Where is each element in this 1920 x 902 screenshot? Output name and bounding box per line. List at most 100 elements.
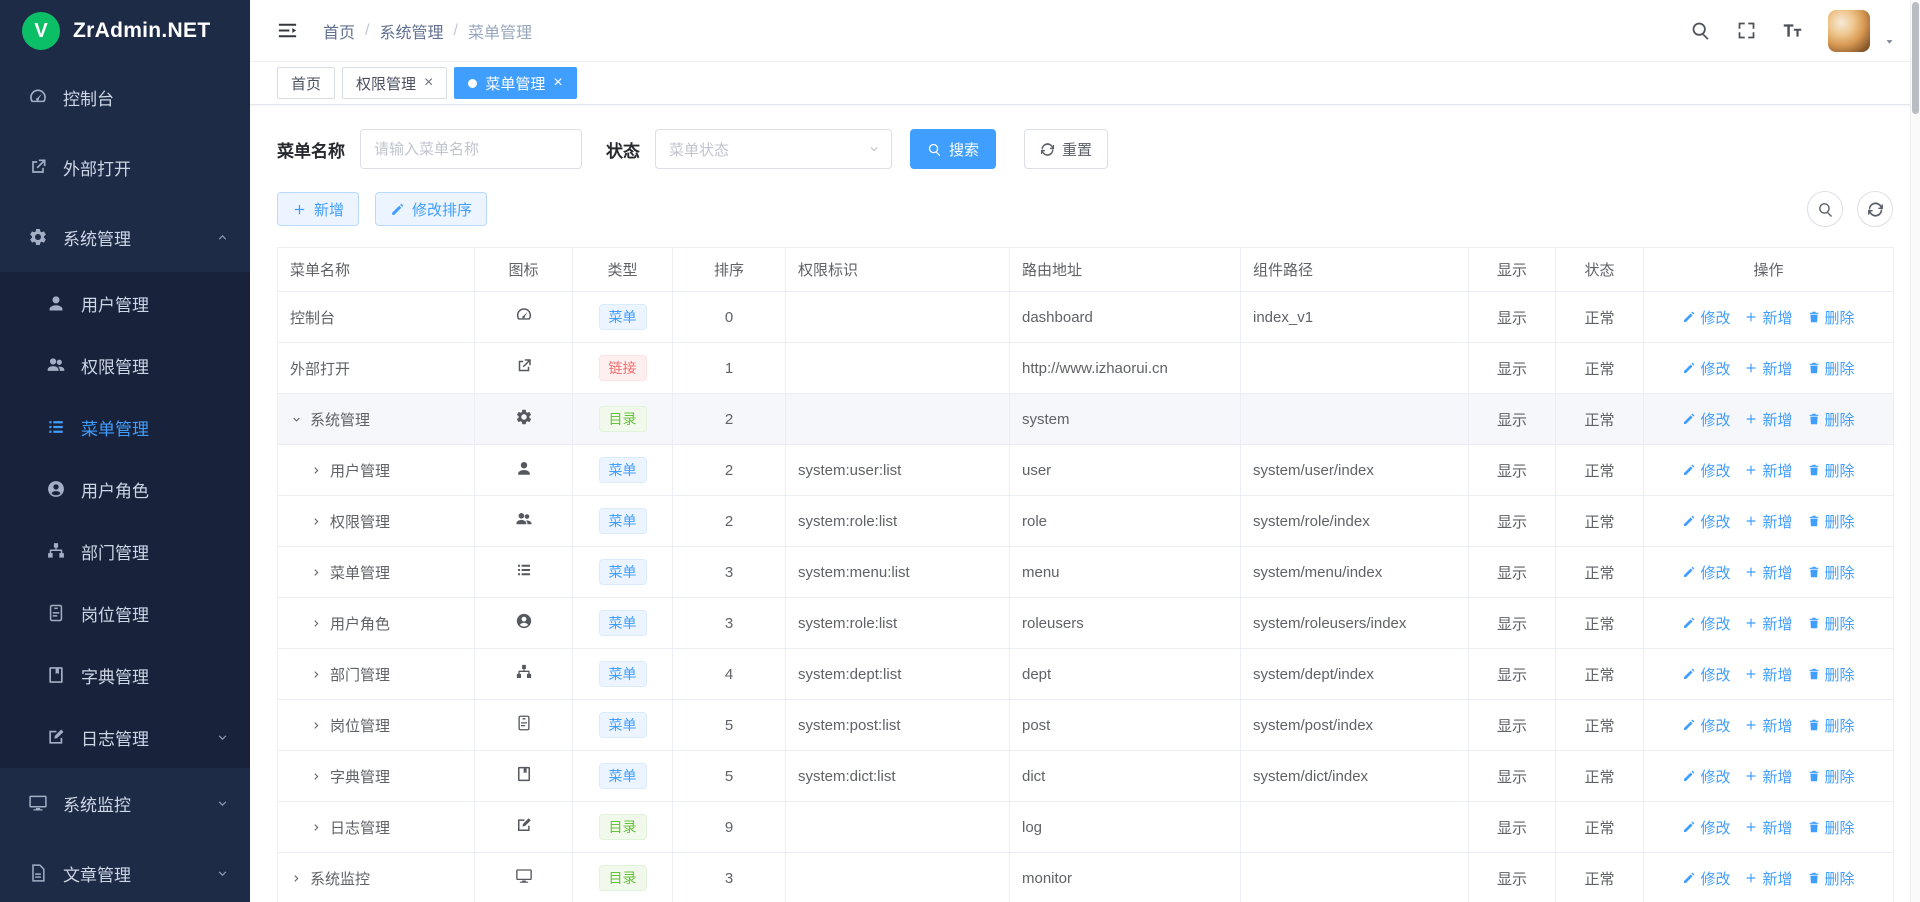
expand-arrow[interactable] xyxy=(310,668,323,681)
sidebar-item-dept[interactable]: 部门管理 xyxy=(0,520,250,582)
table-refresh-button[interactable] xyxy=(1857,191,1893,227)
add-row-button[interactable]: 新增 xyxy=(1744,664,1792,685)
sidebar-item-menu[interactable]: 菜单管理 xyxy=(0,396,250,458)
expand-arrow[interactable] xyxy=(310,719,323,732)
order-cell: 3 xyxy=(673,547,786,598)
fullscreen-icon[interactable] xyxy=(1736,20,1757,41)
delete-button[interactable]: 删除 xyxy=(1807,613,1855,634)
add-row-button[interactable]: 新增 xyxy=(1744,511,1792,532)
sidebar-item-system[interactable]: 系统管理 xyxy=(0,202,250,272)
expand-arrow[interactable] xyxy=(290,413,303,426)
add-row-button[interactable]: 新增 xyxy=(1744,460,1792,481)
sidebar-item-roleusers[interactable]: 用户角色 xyxy=(0,458,250,520)
expand-arrow[interactable] xyxy=(310,566,323,579)
table-row: 岗位管理菜单5system:post:listpostsystem/post/i… xyxy=(278,700,1894,751)
sidebar-item-dict[interactable]: 字典管理 xyxy=(0,644,250,706)
add-button[interactable]: 新增 xyxy=(277,192,359,226)
sidebar-item-monitor[interactable]: 系统监控 xyxy=(0,768,250,838)
edit-button[interactable]: 修改 xyxy=(1682,664,1730,685)
sidebar-item-log[interactable]: 日志管理 xyxy=(0,706,250,768)
delete-icon xyxy=(1807,310,1821,324)
plus-icon xyxy=(1744,310,1758,324)
delete-button[interactable]: 删除 xyxy=(1807,307,1855,328)
expand-arrow[interactable] xyxy=(310,821,323,834)
caret-down-icon[interactable] xyxy=(1883,35,1896,48)
expand-arrow[interactable] xyxy=(310,515,323,528)
tab-label: 权限管理 xyxy=(356,73,416,94)
user-avatar[interactable] xyxy=(1828,10,1870,52)
plus-icon xyxy=(1744,718,1758,732)
menu-fold-icon[interactable] xyxy=(276,19,299,42)
font-size-icon[interactable] xyxy=(1782,20,1803,41)
delete-button[interactable]: 删除 xyxy=(1807,817,1855,838)
sidebar-item-user[interactable]: 用户管理 xyxy=(0,272,250,334)
close-icon[interactable]: × xyxy=(553,75,562,91)
edit-button[interactable]: 修改 xyxy=(1682,715,1730,736)
tab-menu[interactable]: 菜单管理× xyxy=(454,67,576,99)
edit-button[interactable]: 修改 xyxy=(1682,766,1730,787)
expand-arrow[interactable] xyxy=(310,464,323,477)
add-row-button[interactable]: 新增 xyxy=(1744,307,1792,328)
edit-button[interactable]: 修改 xyxy=(1682,613,1730,634)
delete-button[interactable]: 删除 xyxy=(1807,409,1855,430)
add-row-button[interactable]: 新增 xyxy=(1744,715,1792,736)
dept-tree-icon xyxy=(515,663,533,681)
menu-name-input[interactable] xyxy=(360,129,582,169)
edit-button[interactable]: 修改 xyxy=(1682,409,1730,430)
sidebar-item-label: 菜单管理 xyxy=(81,415,230,440)
table-search-button[interactable] xyxy=(1807,191,1843,227)
delete-button[interactable]: 删除 xyxy=(1807,868,1855,889)
gear-icon xyxy=(515,408,533,426)
expand-arrow[interactable] xyxy=(310,770,323,783)
scrollbar-thumb[interactable] xyxy=(1912,2,1919,114)
sidebar-item-external[interactable]: 外部打开 xyxy=(0,132,250,202)
delete-button[interactable]: 删除 xyxy=(1807,562,1855,583)
edit-button[interactable]: 修改 xyxy=(1682,511,1730,532)
reset-button[interactable]: 重置 xyxy=(1024,129,1108,169)
tab-home[interactable]: 首页 xyxy=(277,67,335,99)
add-row-button[interactable]: 新增 xyxy=(1744,766,1792,787)
delete-button[interactable]: 删除 xyxy=(1807,358,1855,379)
expand-arrow[interactable] xyxy=(290,872,303,885)
status-select[interactable]: 菜单状态 xyxy=(655,129,892,169)
edit-button[interactable]: 修改 xyxy=(1682,307,1730,328)
delete-button[interactable]: 删除 xyxy=(1807,511,1855,532)
add-row-button[interactable]: 新增 xyxy=(1744,358,1792,379)
tab-role[interactable]: 权限管理 × xyxy=(342,67,447,99)
type-tag: 菜单 xyxy=(599,559,647,585)
perm-cell xyxy=(786,292,1010,343)
edit-button[interactable]: 修改 xyxy=(1682,817,1730,838)
add-row-button[interactable]: 新增 xyxy=(1744,817,1792,838)
plus-icon xyxy=(1744,514,1758,528)
close-icon[interactable]: × xyxy=(424,75,433,91)
breadcrumb-item[interactable]: 系统管理 xyxy=(379,19,443,43)
delete-button[interactable]: 删除 xyxy=(1807,460,1855,481)
column-header: 排序 xyxy=(673,248,786,292)
sidebar-item-post[interactable]: 岗位管理 xyxy=(0,582,250,644)
expand-arrow[interactable] xyxy=(310,617,323,630)
app-logo[interactable]: V ZrAdmin.NET xyxy=(0,0,250,62)
delete-button[interactable]: 删除 xyxy=(1807,766,1855,787)
edit-button[interactable]: 修改 xyxy=(1682,358,1730,379)
visible-cell: 显示 xyxy=(1469,751,1556,802)
edit-sort-button[interactable]: 修改排序 xyxy=(375,192,487,226)
add-row-button[interactable]: 新增 xyxy=(1744,409,1792,430)
visible-cell: 显示 xyxy=(1469,343,1556,394)
edit-button[interactable]: 修改 xyxy=(1682,868,1730,889)
route-cell: monitor xyxy=(1010,853,1241,902)
edit-button[interactable]: 修改 xyxy=(1682,460,1730,481)
sidebar-item-article[interactable]: 文章管理 xyxy=(0,838,250,902)
sidebar-item-console[interactable]: 控制台 xyxy=(0,62,250,132)
search-button[interactable]: 搜索 xyxy=(910,129,996,169)
delete-button[interactable]: 删除 xyxy=(1807,715,1855,736)
add-row-button[interactable]: 新增 xyxy=(1744,868,1792,889)
user-role-icon xyxy=(515,612,533,630)
sidebar-menu: 控制台外部打开系统管理用户管理权限管理菜单管理用户角色部门管理岗位管理字典管理日… xyxy=(0,62,250,902)
breadcrumb-item[interactable]: 首页 xyxy=(323,19,355,43)
search-icon[interactable] xyxy=(1690,20,1711,41)
edit-button[interactable]: 修改 xyxy=(1682,562,1730,583)
add-row-button[interactable]: 新增 xyxy=(1744,562,1792,583)
sidebar-item-role[interactable]: 权限管理 xyxy=(0,334,250,396)
delete-button[interactable]: 删除 xyxy=(1807,664,1855,685)
add-row-button[interactable]: 新增 xyxy=(1744,613,1792,634)
